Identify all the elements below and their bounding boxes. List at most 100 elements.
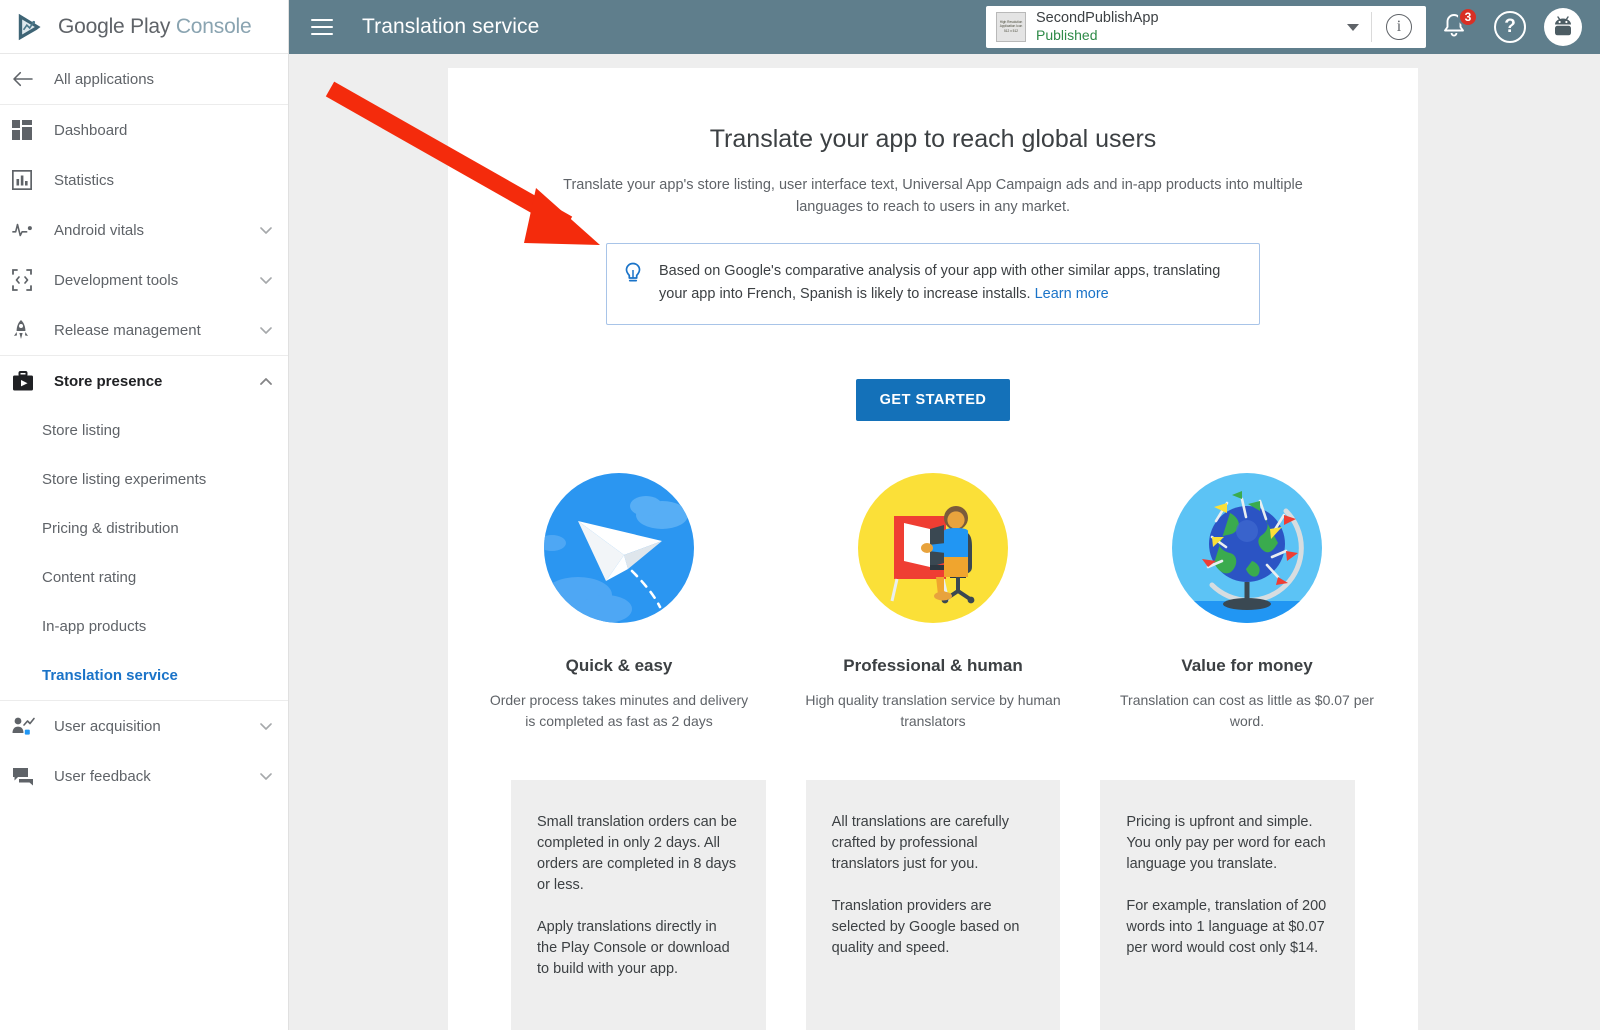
sidebar-item-label: Release management (54, 321, 201, 339)
translator-at-desk-icon (858, 473, 1008, 623)
chevron-down-icon[interactable] (258, 222, 274, 238)
brand-title: Google Play Console (58, 15, 252, 39)
caret-down-icon[interactable] (1347, 23, 1359, 31)
help-question-icon[interactable]: ? (1494, 11, 1526, 43)
nav-section-back: All applications (0, 54, 288, 105)
app-root: Google Play Console All applications Das… (0, 0, 1600, 1030)
sidebar-item-user-acquisition[interactable]: User acquisition (0, 701, 288, 751)
nav-section-user: User acquisition User feedback (0, 701, 288, 801)
top-app-bar: Translation service High Resolution Appl… (289, 0, 1600, 54)
features-row: Quick & easy Order process takes minutes… (448, 473, 1418, 732)
sidebar-subitem-pricing-distribution[interactable]: Pricing & distribution (0, 504, 288, 553)
sidebar-item-label: Dashboard (54, 121, 128, 139)
feature-quick-easy: Quick & easy Order process takes minutes… (462, 473, 776, 732)
chevron-down-icon[interactable] (258, 718, 274, 734)
sidebar-item-label: All applications (54, 70, 155, 88)
chevron-up-icon[interactable] (258, 373, 274, 389)
feature-description: Order process takes minutes and delivery… (489, 692, 749, 729)
sidebar-item-dashboard[interactable]: Dashboard (0, 105, 288, 155)
cta-row: GET STARTED (448, 379, 1418, 421)
hamburger-menu-icon[interactable] (311, 19, 333, 35)
sidebar-subitem-store-listing[interactable]: Store listing (0, 406, 288, 455)
card-heading: Translate your app to reach global users (709, 125, 1157, 153)
brand-header[interactable]: Google Play Console (0, 0, 288, 54)
sidebar-item-all-applications[interactable]: All applications (0, 54, 288, 104)
sidebar: Google Play Console All applications Das… (0, 0, 289, 1030)
detail-panel-professional-human: All translations are carefully crafted b… (805, 780, 1061, 1030)
sidebar-item-label: Android vitals (54, 221, 145, 239)
app-status-badge: Published (1036, 27, 1098, 44)
chat-bubbles-icon (12, 766, 42, 786)
app-name: SecondPublishApp (1036, 9, 1159, 26)
sidebar-subitem-label: In-app products (42, 618, 147, 635)
sidebar-item-label: Store presence (54, 372, 163, 390)
code-brackets-icon (12, 269, 42, 291)
globe-with-flags-icon (1172, 473, 1322, 623)
feature-professional-human: Professional & human High quality transl… (776, 473, 1090, 732)
lightbulb-icon (623, 260, 647, 306)
panel-paragraph: Pricing is upfront and simple. You only … (1126, 814, 1326, 872)
info-circle-icon[interactable] (1386, 14, 1412, 40)
notifications-button[interactable]: 3 (1436, 5, 1480, 49)
app-thumbnail-label: High Resolution Application Icon 512 x 5… (999, 20, 1023, 33)
feature-title: Value for money (1181, 656, 1313, 675)
sidebar-item-development-tools[interactable]: Development tools (0, 255, 288, 305)
feature-description: High quality translation service by huma… (805, 692, 1061, 729)
rocket-icon (12, 319, 42, 341)
arrow-left-icon (12, 70, 42, 88)
topbar-actions: High Resolution Application Icon 512 x 5… (986, 5, 1600, 49)
learn-more-link[interactable]: Learn more (1035, 286, 1109, 302)
feature-description: Translation can cost as little as $0.07 … (1120, 692, 1374, 729)
divider (1371, 12, 1372, 42)
panel-paragraph: All translations are carefully crafted b… (831, 814, 1009, 872)
paper-plane-icon (544, 473, 694, 623)
notification-badge-count: 3 (1458, 7, 1478, 27)
sidebar-item-label: Development tools (54, 271, 179, 289)
sidebar-subitem-store-listing-experiments[interactable]: Store listing experiments (0, 455, 288, 504)
brand-name-bold: Google Play (58, 14, 171, 38)
detail-panels-row: Small translation orders can be complete… (448, 780, 1418, 1030)
panel-paragraph: Translation providers are selected by Go… (831, 898, 1020, 956)
brand-name-light: Console (175, 14, 252, 38)
sidebar-item-label: User acquisition (54, 717, 161, 735)
sidebar-subitem-label: Store listing experiments (42, 471, 207, 488)
translation-service-card: Translate your app to reach global users… (448, 68, 1418, 1030)
recommendation-body: Based on Google's comparative analysis o… (659, 263, 1221, 302)
user-chart-icon (12, 716, 42, 736)
panel-paragraph: For example, translation of 200 words in… (1126, 898, 1327, 956)
chevron-down-icon[interactable] (258, 768, 274, 784)
sidebar-subitem-label: Store listing (42, 422, 121, 439)
sidebar-item-user-feedback[interactable]: User feedback (0, 751, 288, 801)
dashboard-icon (12, 120, 42, 140)
get-started-button[interactable]: GET STARTED (855, 379, 1011, 421)
main-content: Translate your app to reach global users… (289, 54, 1600, 1030)
detail-panel-quick-easy: Small translation orders can be complete… (511, 780, 766, 1030)
panel-paragraph: Small translation orders can be complete… (537, 814, 737, 893)
feature-title: Professional & human (843, 656, 1023, 675)
sidebar-subitem-translation-service[interactable]: Translation service (0, 651, 288, 700)
store-briefcase-icon (12, 370, 42, 392)
sidebar-subitem-content-rating[interactable]: Content rating (0, 553, 288, 602)
play-console-logo-icon (16, 12, 48, 42)
chevron-down-icon[interactable] (258, 272, 274, 288)
feature-title: Quick & easy (565, 656, 673, 675)
app-thumbnail: High Resolution Application Icon 512 x 5… (996, 12, 1026, 42)
sidebar-subitem-in-app-products[interactable]: In-app products (0, 602, 288, 651)
sidebar-subitem-label: Pricing & distribution (42, 520, 179, 537)
sidebar-item-store-presence[interactable]: Store presence (0, 356, 288, 406)
sidebar-item-android-vitals[interactable]: Android vitals (0, 205, 288, 255)
nav-section-main: Dashboard Statistics Android vitals Deve… (0, 105, 288, 356)
card-subheading: Translate your app's store listing, user… (563, 177, 1303, 215)
recommendation-text: Based on Google's comparative analysis o… (647, 260, 1241, 306)
sidebar-item-statistics[interactable]: Statistics (0, 155, 288, 205)
nav-section-store-presence: Store presence Store listing Store listi… (0, 356, 288, 701)
pulse-icon (12, 221, 42, 239)
sidebar-subitem-label: Translation service (42, 667, 178, 684)
android-avatar-icon[interactable] (1544, 8, 1582, 46)
app-selector-meta: SecondPublishApp Published (1036, 10, 1347, 44)
app-selector[interactable]: High Resolution Application Icon 512 x 5… (986, 6, 1426, 48)
panel-paragraph: Apply translations directly in the Play … (537, 919, 730, 977)
detail-panel-value-for-money: Pricing is upfront and simple. You only … (1100, 780, 1356, 1030)
sidebar-item-release-management[interactable]: Release management (0, 305, 288, 355)
chevron-down-icon[interactable] (258, 322, 274, 338)
